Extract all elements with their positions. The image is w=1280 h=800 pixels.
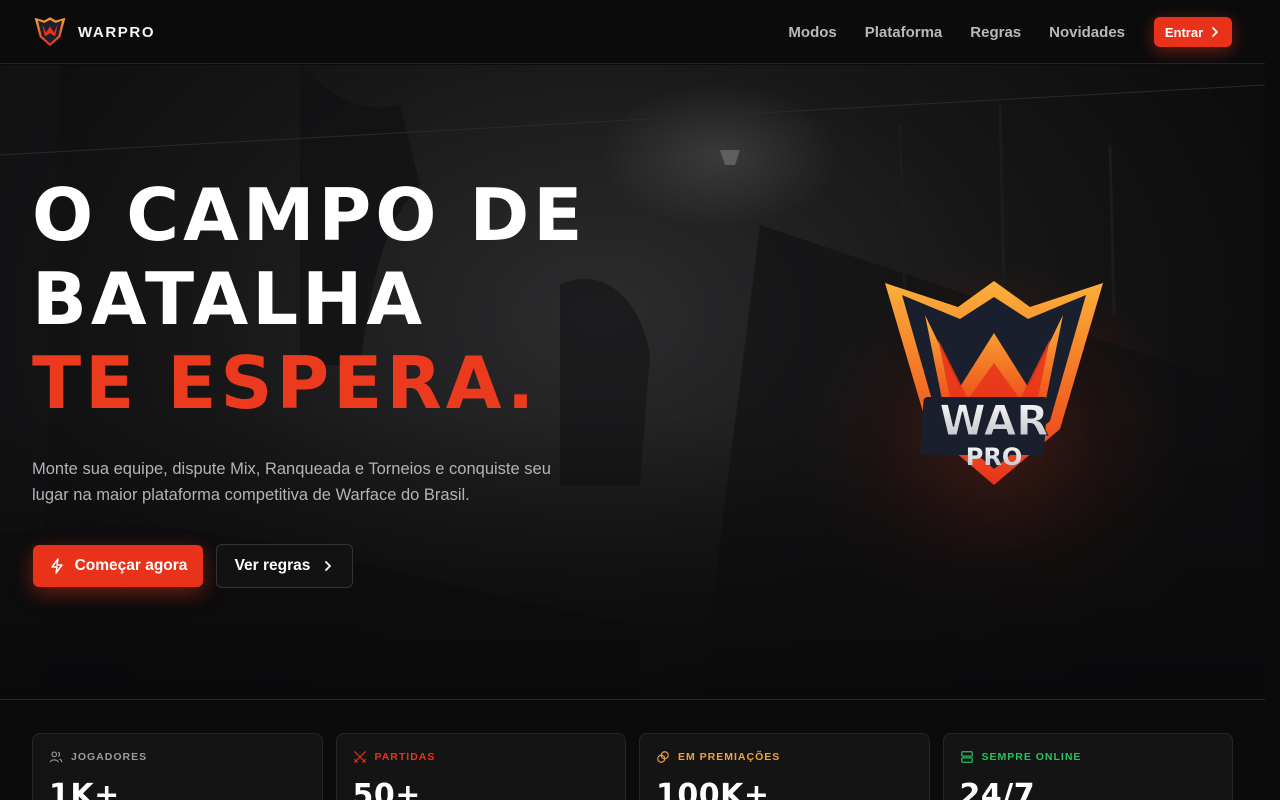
chevron-right-icon	[325, 561, 332, 571]
brand[interactable]: WARPRO	[34, 16, 155, 48]
stat-card-online: SEMPRE ONLINE 24/7	[942, 733, 1233, 800]
warpro-logo-icon	[34, 17, 66, 47]
nav-links: Modos Plataforma Regras Novidades	[788, 0, 1125, 64]
brand-name: WARPRO	[78, 23, 156, 41]
stat-card-players: JOGADORES 1K+	[32, 733, 323, 800]
start-now-button[interactable]: Começar agora	[33, 545, 203, 587]
stat-value: 1K+	[49, 778, 120, 800]
lightning-icon	[50, 558, 63, 574]
emblem-text-pro: PRO	[966, 443, 1022, 471]
chevron-right-icon	[1212, 27, 1219, 37]
headline-line-1: O CAMPO DE	[32, 173, 587, 257]
nav-link-novidades[interactable]: Novidades	[1049, 24, 1125, 41]
nav-link-regras[interactable]: Regras	[970, 24, 1021, 41]
stat-card-matches: PARTIDAS 50+	[335, 733, 626, 800]
nav-link-modos[interactable]: Modos	[788, 24, 836, 41]
stat-card-prizes: EM PREMIAÇÕES 100K+	[639, 733, 930, 800]
headline-line-2: BATALHA	[32, 257, 427, 341]
stat-label: JOGADORES	[71, 751, 148, 763]
stat-value: 50+	[352, 778, 421, 800]
crossed-swords-icon	[353, 751, 366, 763]
top-navbar: WARPRO Modos Plataforma Regras Novidades…	[0, 0, 1265, 64]
page-scrollbar[interactable]	[1265, 0, 1280, 800]
start-now-label: Começar agora	[74, 557, 188, 574]
hero-headline: O CAMPO DE BATALHA TE ESPERA.	[32, 173, 586, 425]
headline-line-3: TE ESPERA.	[32, 341, 539, 425]
nav-link-plataforma[interactable]: Plataforma	[865, 24, 943, 41]
stat-label: EM PREMIAÇÕES	[678, 751, 781, 763]
stat-value: 24/7	[959, 778, 1036, 800]
view-rules-label: Ver regras	[234, 557, 311, 574]
server-icon	[960, 751, 973, 763]
users-icon	[49, 751, 63, 763]
hero-section: O CAMPO DE BATALHA TE ESPERA. Monte sua …	[0, 65, 1265, 700]
stat-label-row: EM PREMIAÇÕES	[656, 750, 913, 764]
stat-label-row: SEMPRE ONLINE	[960, 750, 1217, 764]
stats-row: JOGADORES 1K+ PARTIDAS 50+ EM PREMIAÇÕES…	[32, 733, 1233, 800]
stat-value: 100K+	[656, 778, 770, 800]
coins-icon	[657, 751, 669, 763]
enter-button[interactable]: Entrar	[1154, 17, 1232, 47]
stat-label-row: JOGADORES	[49, 750, 306, 764]
warpro-emblem-logo: WAR PRO	[885, 281, 1103, 485]
hero-subtext: Monte sua equipe, dispute Mix, Ranqueada…	[32, 460, 551, 504]
enter-button-label: Entrar	[1164, 24, 1204, 40]
stat-label: PARTIDAS	[374, 751, 436, 763]
emblem-text-war: WAR	[939, 396, 1048, 445]
view-rules-button[interactable]: Ver regras	[216, 544, 353, 588]
stat-label-row: PARTIDAS	[353, 750, 610, 764]
stat-label: SEMPRE ONLINE	[981, 751, 1082, 763]
